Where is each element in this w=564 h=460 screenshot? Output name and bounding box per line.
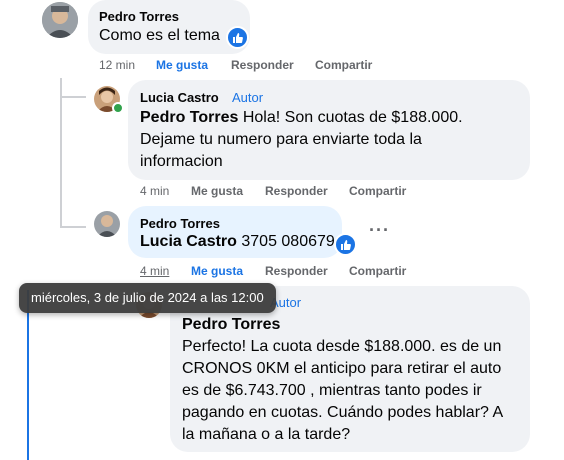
comment-author[interactable]: Lucia Castro: [140, 90, 219, 105]
comment-time[interactable]: 12 min: [99, 58, 135, 72]
timestamp-tooltip: miércoles, 3 de julio de 2024 a las 12:0…: [19, 283, 276, 313]
thread-line-branch: [60, 96, 86, 98]
online-status-dot: [112, 102, 124, 114]
thread-line: [60, 78, 62, 228]
like-button[interactable]: Me gusta: [191, 184, 243, 198]
comment-bubble: Pedro Torres Como es el tema: [88, 0, 250, 54]
share-button[interactable]: Compartir: [315, 58, 372, 72]
comment-author[interactable]: Pedro Torres: [140, 216, 220, 231]
reply-button[interactable]: Responder: [231, 58, 294, 72]
comment-time[interactable]: 4 min: [140, 184, 169, 198]
avatar[interactable]: [42, 2, 78, 38]
like-button[interactable]: Me gusta: [191, 264, 243, 278]
avatar[interactable]: [94, 211, 120, 237]
comment-text: Lucia Castro 3705 080679: [140, 233, 335, 250]
comment-text: Pedro Torres Hola! Son cuotas de $188.00…: [140, 109, 463, 170]
comment-time[interactable]: 4 min: [140, 264, 169, 278]
like-reaction-icon[interactable]: [334, 233, 357, 256]
comment-text: Como es el tema: [99, 27, 220, 44]
author-badge: Autor: [232, 90, 264, 105]
reply-button[interactable]: Responder: [265, 184, 328, 198]
reply-button[interactable]: Responder: [265, 264, 328, 278]
mention-link[interactable]: Lucia Castro: [140, 233, 237, 250]
mention-link[interactable]: Pedro Torres: [182, 314, 512, 336]
mention-link[interactable]: Pedro Torres: [140, 109, 238, 126]
more-options-button[interactable]: ···: [369, 220, 390, 241]
share-button[interactable]: Compartir: [349, 264, 406, 278]
thread-line-current: [27, 290, 29, 460]
like-button[interactable]: Me gusta: [156, 58, 208, 72]
share-button[interactable]: Compartir: [349, 184, 406, 198]
comment-author[interactable]: Pedro Torres: [99, 9, 179, 24]
comment-bubble: Pedro Torres Lucia Castro 3705 080679: [128, 206, 342, 258]
like-reaction-icon[interactable]: [226, 26, 249, 49]
comment-bubble: Lucia Castro Autor Pedro Torres Hola! So…: [128, 80, 530, 180]
thread-line-branch: [60, 226, 86, 228]
comment-text: Pedro Torres Perfecto! La cuota desde $18…: [182, 314, 512, 446]
